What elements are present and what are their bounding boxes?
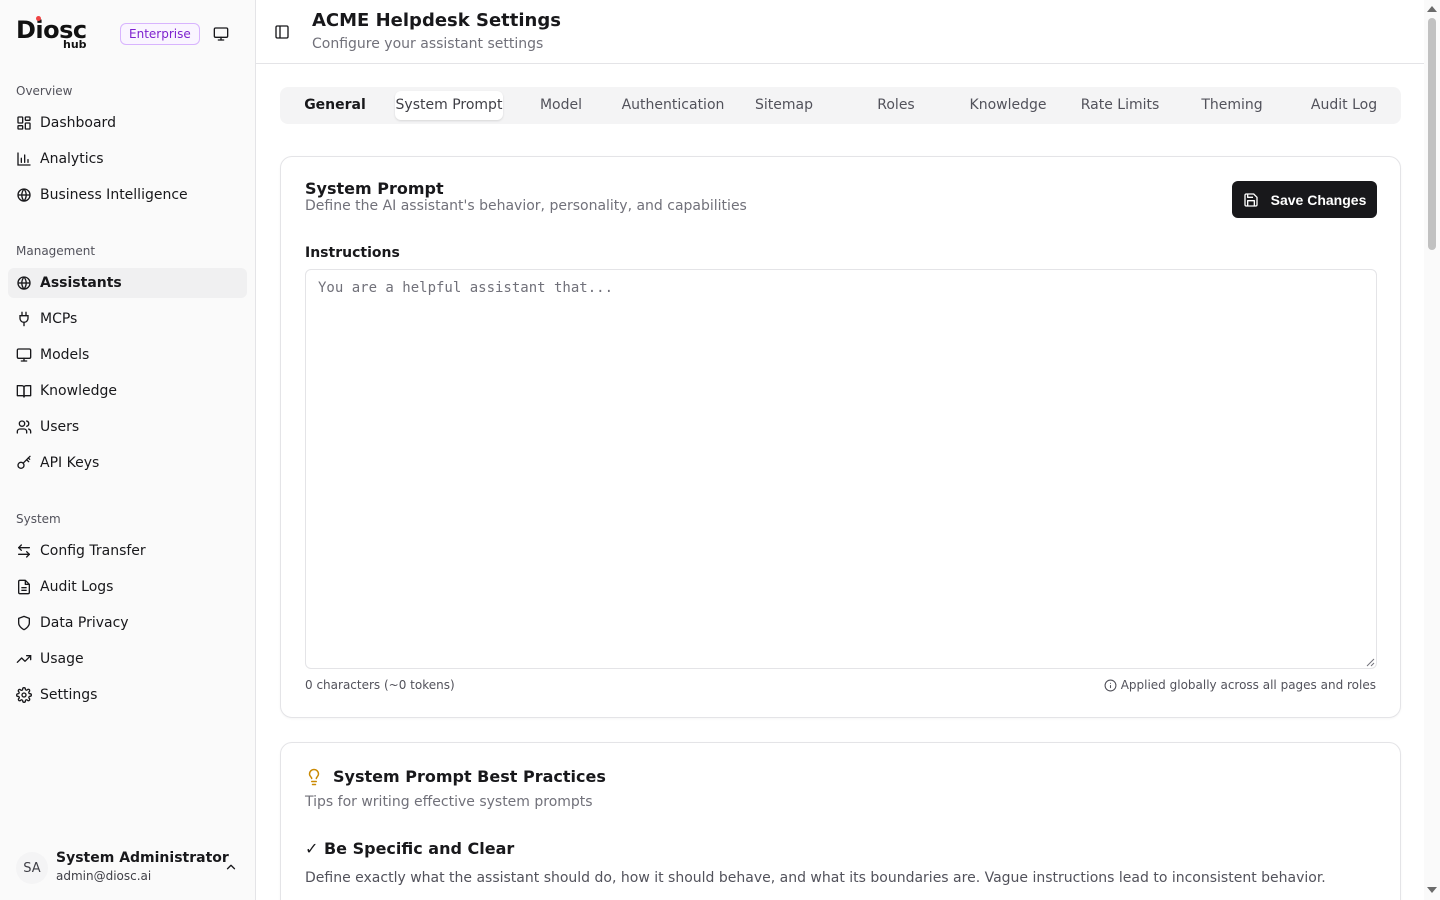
sidebar-item-assistants[interactable]: Assistants [8, 268, 247, 298]
sidebar-item-knowledge[interactable]: Knowledge [8, 376, 247, 406]
file-text-icon [16, 579, 32, 595]
system-prompt-card: System Prompt Define the AI assistant's … [280, 156, 1401, 718]
scrollbar-thumb[interactable] [1428, 18, 1436, 250]
brand-logo[interactable]: Diosc hub [16, 14, 106, 54]
section-label-system: System [16, 512, 61, 526]
best-practices-title: System Prompt Best Practices [333, 767, 606, 786]
sidebar-item-config-transfer[interactable]: Config Transfer [8, 536, 247, 566]
tab-sitemap[interactable]: Sitemap [730, 91, 838, 120]
globe-icon [16, 275, 32, 291]
sidebar-item-mcps[interactable]: MCPs [8, 304, 247, 334]
scope-hint: Applied globally across all pages and ro… [1104, 678, 1376, 692]
dashboard-icon [16, 115, 32, 131]
scroll-up-arrow-icon[interactable] [1427, 6, 1437, 12]
scope-hint-text: Applied globally across all pages and ro… [1120, 678, 1376, 692]
sidebar-item-dashboard[interactable]: Dashboard [8, 108, 247, 138]
user-email: admin@diosc.ai [56, 869, 152, 883]
sidebar: Diosc hub Enterprise Overview Dashboard … [0, 0, 256, 900]
scroll-down-arrow-icon[interactable] [1427, 887, 1437, 893]
tab-knowledge[interactable]: Knowledge [954, 91, 1062, 120]
sidebar-item-label: Dashboard [40, 115, 116, 131]
tab-audit-log[interactable]: Audit Log [1290, 91, 1398, 120]
sidebar-item-business-intelligence[interactable]: Business Intelligence [8, 180, 247, 210]
monitor-icon [16, 347, 32, 363]
instructions-textarea[interactable] [305, 269, 1377, 669]
sidebar-item-settings[interactable]: Settings [8, 680, 247, 710]
settings-tabs: General System Prompt Model Authenticati… [280, 87, 1401, 124]
card-title: System Prompt [305, 179, 444, 198]
sidebar-item-label: Knowledge [40, 383, 117, 399]
brand-sub: hub [63, 38, 87, 51]
sidebar-item-label: Settings [40, 687, 98, 703]
instructions-label: Instructions [305, 245, 400, 261]
sidebar-item-label: Models [40, 347, 90, 363]
save-button-label: Save Changes [1270, 191, 1367, 208]
plug-icon [16, 311, 32, 327]
globe-icon [16, 187, 32, 203]
page-title: ACME Helpdesk Settings [312, 10, 561, 31]
trending-up-icon [16, 651, 32, 667]
info-icon [1104, 679, 1117, 691]
sidebar-item-usage[interactable]: Usage [8, 644, 247, 674]
sidebar-item-models[interactable]: Models [8, 340, 247, 370]
sidebar-item-label: Assistants [40, 275, 122, 291]
character-count: 0 characters (~0 tokens) [305, 678, 455, 692]
sidebar-item-audit-logs[interactable]: Audit Logs [8, 572, 247, 602]
tab-authentication[interactable]: Authentication [619, 91, 727, 120]
book-icon [16, 383, 32, 399]
sidebar-item-users[interactable]: Users [8, 412, 247, 442]
save-changes-button[interactable]: Save Changes [1232, 181, 1377, 218]
page-subtitle: Configure your assistant settings [312, 36, 544, 52]
avatar: SA [16, 852, 48, 884]
section-label-management: Management [16, 244, 96, 258]
tab-general[interactable]: General [281, 91, 389, 120]
sidebar-item-label: Usage [40, 651, 84, 667]
gear-icon [16, 687, 32, 703]
card-description: Define the AI assistant's behavior, pers… [305, 198, 747, 214]
user-name: System Administrator [56, 850, 229, 866]
save-icon [1243, 192, 1258, 207]
bar-chart-icon [16, 151, 32, 167]
sidebar-item-label: API Keys [40, 455, 100, 471]
tip-description: Define exactly what the assistant should… [305, 870, 1326, 886]
enterprise-badge: Enterprise [120, 23, 200, 45]
sidebar-item-label: Config Transfer [40, 543, 146, 559]
sidebar-item-label: Audit Logs [40, 579, 114, 595]
sidebar-item-label: Users [40, 419, 80, 435]
best-practices-card: System Prompt Best Practices Tips for wr… [280, 742, 1401, 900]
users-icon [16, 419, 32, 435]
user-menu[interactable]: SA System Administrator admin@diosc.ai [16, 848, 246, 888]
sidebar-item-label: Business Intelligence [40, 187, 188, 203]
sidebar-item-api-keys[interactable]: API Keys [8, 448, 247, 478]
resize-handle-icon[interactable] [1365, 657, 1375, 667]
tab-model[interactable]: Model [507, 91, 615, 120]
tab-theming[interactable]: Theming [1178, 91, 1286, 120]
lightbulb-icon [308, 768, 320, 786]
shield-icon [16, 615, 32, 631]
sidebar-item-label: Analytics [40, 151, 104, 167]
sidebar-item-label: MCPs [40, 311, 78, 327]
monitor-icon [213, 27, 229, 41]
chevron-up-icon [226, 864, 236, 870]
section-label-overview: Overview [16, 84, 73, 98]
display-toggle-button[interactable] [210, 23, 232, 45]
sidebar-item-label: Data Privacy [40, 615, 129, 631]
tip-title: ✓ Be Specific and Clear [305, 839, 515, 858]
transfer-icon [16, 543, 32, 559]
best-practices-description: Tips for writing effective system prompt… [305, 794, 593, 810]
page-scrollbar[interactable] [1424, 0, 1440, 900]
tab-system-prompt[interactable]: System Prompt [395, 91, 503, 120]
sidebar-toggle-icon[interactable] [274, 24, 290, 40]
page-header: ACME Helpdesk Settings Configure your as… [256, 0, 1424, 64]
key-icon [16, 455, 32, 471]
sidebar-item-analytics[interactable]: Analytics [8, 144, 247, 174]
brand-dot [36, 16, 41, 21]
tab-roles[interactable]: Roles [842, 91, 950, 120]
sidebar-item-data-privacy[interactable]: Data Privacy [8, 608, 247, 638]
tab-rate-limits[interactable]: Rate Limits [1066, 91, 1174, 120]
